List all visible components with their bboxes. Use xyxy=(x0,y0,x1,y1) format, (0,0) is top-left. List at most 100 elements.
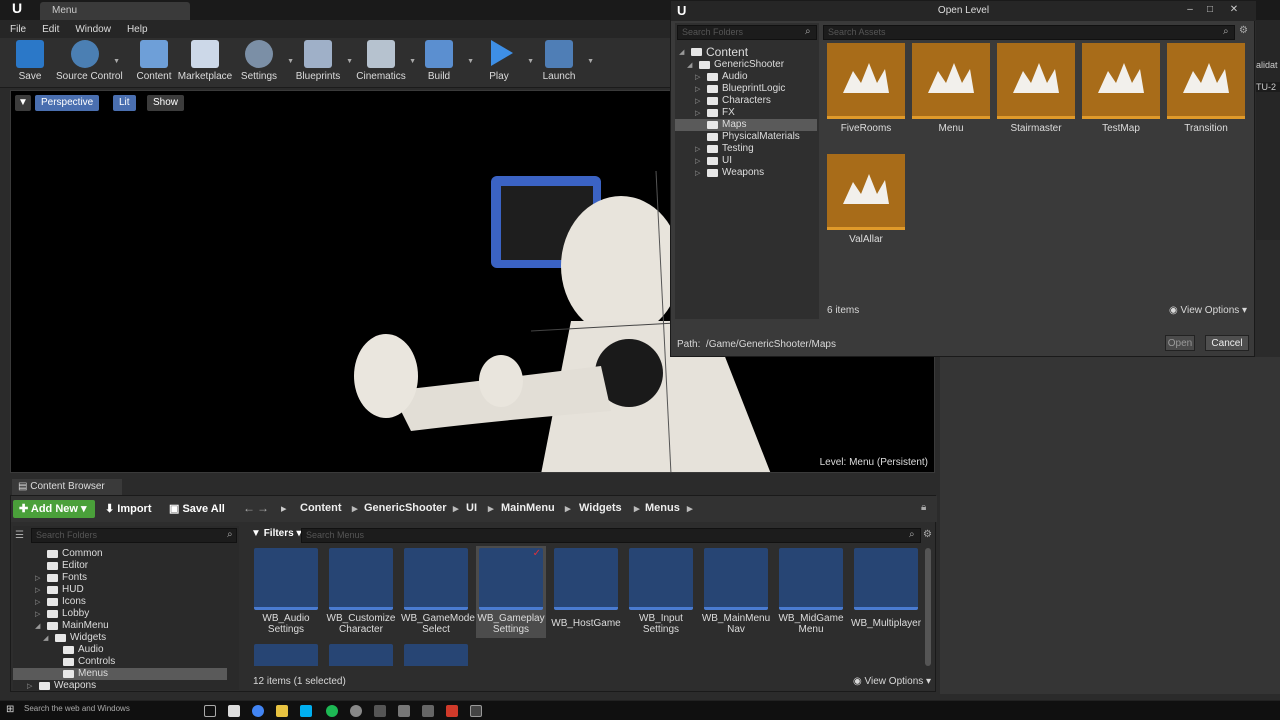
tree-item-icons[interactable]: ▷ Icons xyxy=(35,596,86,607)
open-button[interactable]: Open xyxy=(1165,335,1195,351)
save-button[interactable]: Save xyxy=(1,40,59,82)
blueprints-button[interactable]: Blueprints ▼ xyxy=(289,40,353,82)
breadcrumb[interactable]: Widgets xyxy=(579,502,622,514)
breadcrumb[interactable]: MainMenu xyxy=(501,502,555,514)
add-new-button[interactable]: ✚ Add New ▾ xyxy=(13,500,95,518)
widget-asset[interactable]: WB_GameMode Select xyxy=(401,548,475,635)
source-control-button[interactable]: Source Control ▼ xyxy=(56,40,123,82)
import-button[interactable]: ⬇ Import xyxy=(105,502,152,515)
lock-icon[interactable]: 🔒︎ xyxy=(921,502,926,513)
widget-asset[interactable] xyxy=(326,644,396,666)
map-asset[interactable]: TestMap xyxy=(1082,43,1160,134)
map-asset[interactable]: Stairmaster xyxy=(997,43,1075,134)
tree-item-testing[interactable]: ▷ Testing xyxy=(695,143,754,154)
store-icon[interactable] xyxy=(228,705,240,717)
unreal-taskbar-icon[interactable] xyxy=(470,705,482,717)
tree-item-menus[interactable]: Menus xyxy=(51,668,108,679)
steam-icon[interactable] xyxy=(350,705,362,717)
tree-item-hud[interactable]: ▷ HUD xyxy=(35,584,84,595)
widget-asset[interactable]: WB_Input Settings xyxy=(626,548,696,635)
play-button[interactable]: Play ▼ xyxy=(470,40,534,82)
content-browser-tab[interactable]: ▤ Content Browser xyxy=(12,479,122,495)
app-icon[interactable] xyxy=(374,705,386,717)
breadcrumb[interactable]: UI xyxy=(466,502,477,514)
menu-file[interactable]: File xyxy=(10,24,26,35)
widget-asset[interactable] xyxy=(401,644,471,666)
widget-asset-selected[interactable]: ✓ WB_Gameplay Settings xyxy=(476,546,546,638)
task-view-icon[interactable] xyxy=(204,705,216,717)
document-tab[interactable]: Menu xyxy=(40,2,190,20)
tree-item-mainmenu[interactable]: ◢ MainMenu xyxy=(35,620,109,631)
spotify-icon[interactable] xyxy=(326,705,338,717)
chrome-icon[interactable] xyxy=(252,705,264,717)
settings-button[interactable]: Settings ▼ xyxy=(230,40,294,82)
content-button[interactable]: Content xyxy=(125,40,183,82)
tree-item-genericshooter[interactable]: ◢ GenericShooter xyxy=(687,59,784,70)
map-asset[interactable]: Menu xyxy=(912,43,990,134)
skype-icon[interactable] xyxy=(300,705,312,717)
sources-toggle-icon[interactable]: ☰ xyxy=(15,530,24,541)
breadcrumb[interactable]: GenericShooter xyxy=(364,502,447,514)
tree-item-fx[interactable]: ▷ FX xyxy=(695,107,735,118)
search-folders-input[interactable]: Search Folders xyxy=(677,25,817,40)
menu-window[interactable]: Window xyxy=(75,24,111,35)
launch-button[interactable]: Launch ▼ xyxy=(530,40,594,82)
tree-item-common[interactable]: Common xyxy=(35,548,103,559)
widget-asset[interactable]: WB_Customize Character xyxy=(326,548,396,635)
back-icon[interactable]: ← xyxy=(243,501,255,515)
map-asset[interactable]: FiveRooms xyxy=(827,43,905,134)
widget-asset[interactable]: WB_Audio Settings xyxy=(251,548,321,635)
search-assets-input[interactable]: Search Assets xyxy=(823,25,1235,40)
close-icon[interactable]: ✕ xyxy=(1227,4,1241,16)
tree-item-blueprintlogic[interactable]: ▷ BlueprintLogic xyxy=(695,83,785,94)
breadcrumb[interactable]: Menus xyxy=(645,502,680,514)
cinematics-button[interactable]: Cinematics ▼ xyxy=(352,40,416,82)
tree-item-audio[interactable]: Audio xyxy=(51,644,104,655)
tree-item-lobby[interactable]: ▷ Lobby xyxy=(35,608,89,619)
breadcrumb[interactable]: Content xyxy=(300,502,342,514)
file-explorer-icon[interactable] xyxy=(276,705,288,717)
tree-item-characters[interactable]: ▷ Characters xyxy=(695,95,771,106)
menu-edit[interactable]: Edit xyxy=(42,24,59,35)
forward-icon[interactable]: → xyxy=(257,501,269,515)
map-asset[interactable]: ValAllar xyxy=(827,154,905,245)
tree-item-widgets[interactable]: ◢ Widgets xyxy=(43,632,106,643)
tree-item-controls[interactable]: Controls xyxy=(51,656,115,667)
chevron-down-icon[interactable]: ▼ xyxy=(113,58,120,65)
widget-asset[interactable] xyxy=(251,644,321,666)
widget-asset[interactable]: WB_Multiplayer xyxy=(851,548,921,629)
scrollbar[interactable] xyxy=(925,548,931,666)
app-icon[interactable] xyxy=(422,705,434,717)
view-options-button[interactable]: ◉ View Options ▾ xyxy=(1169,305,1247,316)
app-icon[interactable] xyxy=(446,705,458,717)
chevron-down-icon[interactable]: ▼ xyxy=(587,58,594,65)
tree-item-content[interactable]: ◢ Content xyxy=(679,45,748,59)
widget-asset[interactable]: WB_MainMenu Nav xyxy=(701,548,771,635)
minimize-icon[interactable]: – xyxy=(1183,4,1197,16)
search-folders-input[interactable]: Search Folders xyxy=(31,528,237,543)
app-icon[interactable] xyxy=(398,705,410,717)
map-asset[interactable]: Transition xyxy=(1167,43,1245,134)
widget-asset[interactable]: WB_MidGame Menu xyxy=(776,548,846,635)
marketplace-button[interactable]: Marketplace xyxy=(176,40,234,82)
tree-item-editor[interactable]: Editor xyxy=(35,560,88,571)
tree-item-weapons[interactable]: ▷ Weapons xyxy=(27,680,96,691)
settings-icon[interactable]: ⚙ xyxy=(1239,25,1248,36)
cancel-button[interactable]: Cancel xyxy=(1205,335,1249,351)
filters-button[interactable]: ▼ Filters ▾ xyxy=(251,528,302,539)
view-options-button[interactable]: ◉ View Options ▾ xyxy=(853,676,931,687)
save-all-button[interactable]: ▣ Save All xyxy=(169,502,225,515)
build-button[interactable]: Build ▼ xyxy=(410,40,474,82)
tree-item-audio[interactable]: ▷ Audio xyxy=(695,71,748,82)
widget-asset[interactable]: WB_HostGame xyxy=(551,548,621,629)
maximize-icon[interactable]: □ xyxy=(1203,4,1217,16)
tree-item-physicalmaterials[interactable]: PhysicalMaterials xyxy=(695,131,800,142)
search-menus-input[interactable]: Search Menus xyxy=(301,528,921,543)
settings-icon[interactable]: ⚙ xyxy=(923,529,932,540)
windows-start-icon[interactable]: ⊞ xyxy=(6,704,14,715)
tree-item-maps[interactable]: Maps xyxy=(695,119,746,130)
tree-item-fonts[interactable]: ▷ Fonts xyxy=(35,572,87,583)
taskbar-search[interactable]: Search the web and Windows xyxy=(24,704,130,713)
tree-item-ui[interactable]: ▷ UI xyxy=(695,155,732,166)
tree-item-weapons[interactable]: ▷ Weapons xyxy=(695,167,764,178)
